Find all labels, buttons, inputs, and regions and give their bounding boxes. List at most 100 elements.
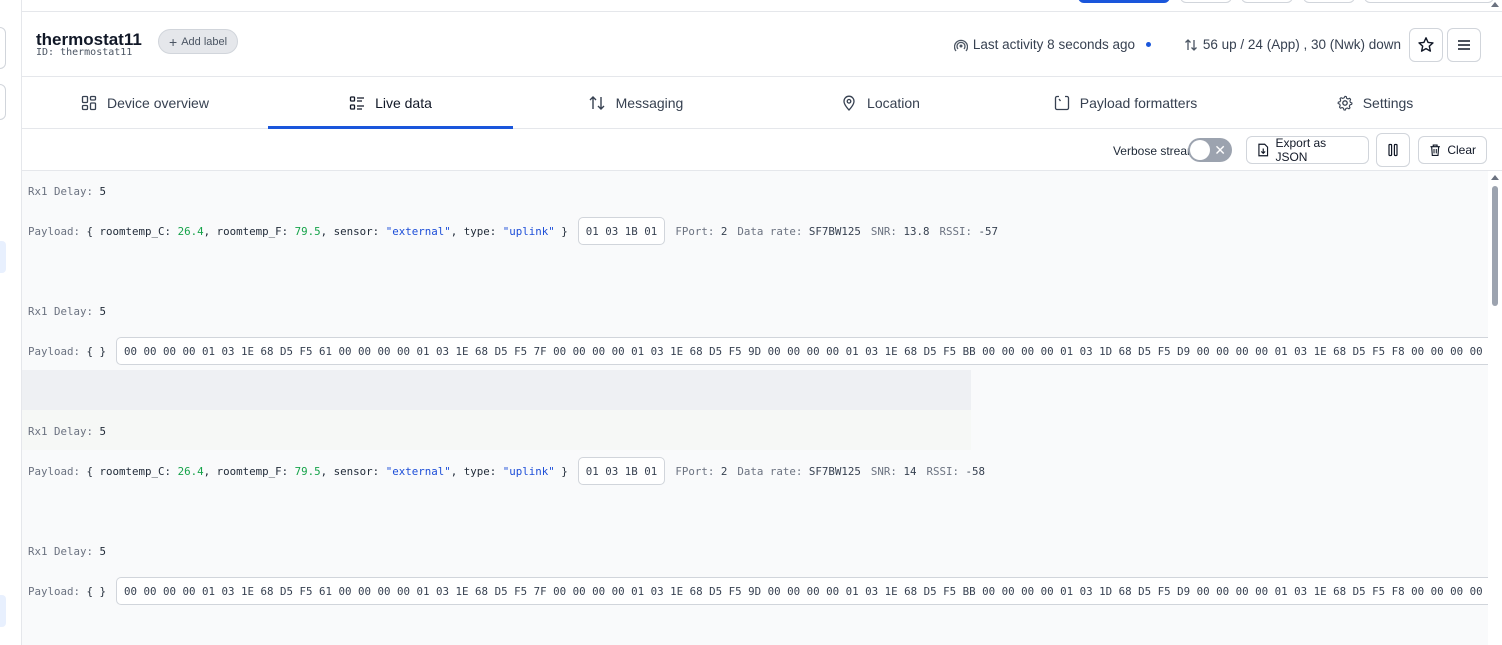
page-scroll-up-arrow[interactable] — [1491, 2, 1499, 7]
action-button[interactable] — [1364, 0, 1494, 3]
fport: FPort: 2 — [675, 224, 728, 238]
pause-button[interactable] — [1376, 133, 1410, 167]
payload-label: Payload: — [28, 224, 81, 238]
rx-delay-value: 5 — [99, 184, 107, 198]
tab-label: Payload formatters — [1079, 95, 1198, 111]
add-label-text: Add label — [181, 35, 228, 48]
tab-payload-formatters[interactable]: Payload formatters — [1003, 78, 1248, 128]
primary-action-button[interactable] — [1078, 0, 1170, 3]
export-json-button[interactable]: Export as JSON — [1246, 136, 1369, 164]
message-counts: 56 up / 24 (App) , 30 (Nwk) down — [1184, 37, 1401, 52]
grid-icon — [81, 95, 97, 111]
rx-delay-label: Rx1 Delay: — [28, 424, 94, 438]
close-icon: ✕ — [1214, 142, 1226, 158]
activity-dot — [1146, 42, 1151, 47]
star-icon — [1418, 37, 1434, 52]
rssi: RSSI: -57 — [939, 224, 998, 238]
arrows-updown-icon — [1184, 38, 1197, 51]
payload-object: { } — [86, 584, 107, 598]
tab-device-overview[interactable]: Device overview — [22, 78, 268, 128]
tab-label: Device overview — [107, 95, 209, 111]
payload-object: { } — [86, 344, 107, 358]
star-button[interactable] — [1409, 28, 1443, 62]
fport: FPort: 2 — [675, 464, 728, 478]
arrows-updown-icon — [589, 96, 605, 110]
sidebar-item[interactable] — [0, 84, 6, 120]
tab-messaging[interactable]: Messaging — [513, 78, 758, 128]
plus-icon: + — [169, 33, 178, 50]
tab-live-data[interactable]: Live data — [268, 78, 513, 129]
trash-icon — [1430, 144, 1440, 157]
rx-delay-value: 5 — [99, 544, 107, 558]
message-counts-text: 56 up / 24 (App) , 30 (Nwk) down — [1202, 37, 1401, 52]
payload-object: { roomtemp_C: 26.4, roomtemp_F: 79.5, se… — [86, 464, 568, 478]
payload-label: Payload: — [28, 584, 81, 598]
stream-row[interactable]: Rx1 Delay: 5 — [22, 171, 1488, 211]
stream-toolbar: Verbose stream ✕ Export as JSON Clear — [22, 130, 1502, 171]
add-label-button[interactable]: + Add label — [158, 29, 239, 54]
toggle-knob — [1190, 140, 1210, 160]
sidebar-item[interactable] — [0, 27, 6, 69]
stream-row[interactable]: Rx1 Delay: 5 — [22, 411, 1488, 451]
clear-button[interactable]: Clear — [1418, 136, 1487, 164]
stream-row[interactable]: Payload: { } 00 00 00 00 01 03 1E 68 D5 … — [22, 571, 1488, 611]
tab-location[interactable]: Location — [758, 78, 1003, 128]
stream-row[interactable]: Payload: { roomtemp_C: 26.4, roomtemp_F:… — [22, 211, 1488, 251]
sidebar-item-active[interactable] — [0, 241, 6, 273]
row-highlight — [22, 370, 971, 410]
signal-icon — [953, 39, 968, 51]
tab-label: Messaging — [615, 95, 684, 111]
snr: SNR: 14 — [870, 464, 917, 478]
verbose-stream-label: Verbose stream — [1112, 144, 1197, 158]
payload-label: Payload: — [28, 464, 81, 478]
rx-delay-value: 5 — [99, 304, 107, 318]
tab-settings[interactable]: Settings — [1248, 78, 1502, 128]
action-button[interactable] — [1303, 0, 1355, 3]
payload-bytes[interactable]: 01 03 1B 01 — [577, 217, 666, 245]
device-header: thermostat11 ID: thermostat11 + Add labe… — [22, 13, 1502, 77]
tab-bar: Device overview Live data Messaging Loca… — [22, 78, 1502, 129]
sidebar-item[interactable] — [0, 595, 6, 627]
pause-icon — [1388, 143, 1398, 157]
tab-label: Location — [867, 95, 920, 111]
data-rate: Data rate: SF7BW125 — [737, 224, 861, 238]
action-button[interactable] — [1241, 0, 1293, 3]
tab-label: Live data — [375, 95, 432, 111]
stream-row[interactable]: Rx1 Delay: 5 — [22, 531, 1488, 571]
payload-label: Payload: — [28, 344, 81, 358]
clear-label: Clear — [1447, 143, 1476, 157]
export-json-label: Export as JSON — [1275, 136, 1327, 164]
last-activity-text: Last activity 8 seconds ago — [972, 37, 1135, 52]
map-pin-icon — [843, 95, 855, 111]
scrollbar-thumb[interactable] — [1492, 186, 1498, 306]
main-content: thermostat11 ID: thermostat11 + Add labe… — [22, 0, 1502, 645]
menu-button[interactable] — [1447, 28, 1481, 62]
list-icon — [349, 96, 365, 110]
payload-bytes[interactable]: 00 00 00 00 01 03 1E 68 D5 F5 61 00 00 0… — [116, 337, 1488, 365]
stream-row[interactable]: Payload: { roomtemp_C: 26.4, roomtemp_F:… — [22, 451, 1488, 491]
scroll-up-arrow[interactable] — [1491, 175, 1499, 180]
stream-row[interactable]: Rx1 Delay: 5 — [22, 291, 1488, 331]
rx-delay-value: 5 — [99, 424, 107, 438]
rx-delay-label: Rx1 Delay: — [28, 304, 94, 318]
data-rate: Data rate: SF7BW125 — [737, 464, 861, 478]
rx-delay-label: Rx1 Delay: — [28, 544, 94, 558]
gear-icon — [1337, 95, 1353, 111]
tab-label: Settings — [1362, 95, 1414, 111]
payload-bytes[interactable]: 00 00 00 00 01 03 1E 68 D5 F5 61 00 00 0… — [116, 577, 1488, 605]
payload-bytes[interactable]: 01 03 1B 01 — [577, 457, 666, 485]
top-action-strip — [22, 0, 1502, 12]
snr: SNR: 13.8 — [870, 224, 930, 238]
payload-object: { roomtemp_C: 26.4, roomtemp_F: 79.5, se… — [86, 224, 568, 238]
device-id: ID: thermostat11 — [36, 47, 133, 58]
action-button[interactable] — [1180, 0, 1232, 3]
verbose-stream-toggle[interactable]: ✕ — [1188, 138, 1232, 162]
live-data-stream[interactable]: Rx1 Delay: 5 Payload: { roomtemp_C: 26.4… — [22, 171, 1502, 645]
last-activity: Last activity 8 seconds ago — [953, 37, 1151, 52]
rssi: RSSI: -58 — [926, 464, 985, 478]
sidebar — [0, 0, 22, 645]
code-brackets-icon — [1054, 95, 1069, 111]
rx-delay-label: Rx1 Delay: — [28, 184, 94, 198]
stream-row[interactable]: Payload: { } 00 00 00 00 01 03 1E 68 D5 … — [22, 331, 1488, 371]
hamburger-icon — [1458, 40, 1470, 50]
